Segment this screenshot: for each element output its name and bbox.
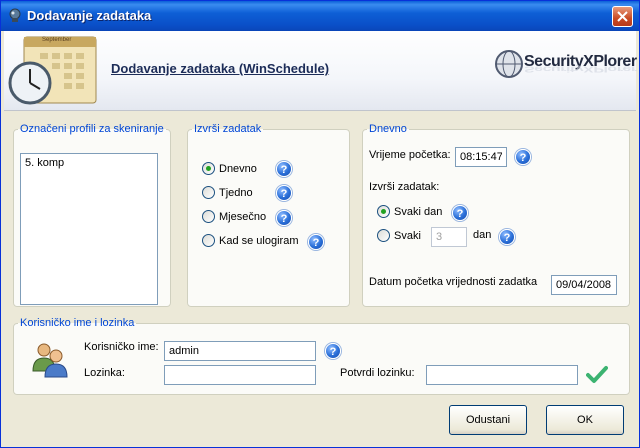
help-icon[interactable]: ? [276, 210, 292, 226]
brand-logo: SecurityXPlorer SecurityXPlorer [494, 47, 637, 97]
help-icon[interactable]: ? [276, 161, 292, 177]
radio-button[interactable] [377, 205, 390, 218]
profiles-group: Označeni profili za skeniranje 5. komp [13, 123, 171, 307]
help-icon[interactable]: ? [499, 229, 515, 245]
logo-globe-icon [495, 50, 523, 78]
cancel-button[interactable]: Odustani [449, 405, 527, 435]
calendar-month-label: September [42, 37, 72, 43]
help-icon[interactable]: ? [276, 185, 292, 201]
radio-weekly[interactable]: Tjedno [202, 186, 253, 199]
radio-label: Dnevno [219, 162, 257, 175]
users-icon [32, 343, 68, 378]
radio-on-login[interactable]: Kad se ulogiram [202, 234, 299, 247]
window-title: Dodavanje zadataka [27, 8, 152, 23]
run-task-legend: Izvrši zadatak [194, 123, 262, 135]
radio-button[interactable] [377, 229, 390, 242]
daily-legend: Dnevno [369, 123, 407, 135]
profiles-listbox[interactable]: 5. komp [20, 153, 158, 305]
radio-button[interactable] [202, 210, 215, 223]
title-bar[interactable]: Dodavanje zadataka [1, 1, 639, 31]
close-icon [617, 11, 628, 22]
every-n-days-input[interactable] [431, 227, 467, 247]
radio-every-day[interactable]: Svaki dan [377, 205, 442, 218]
credentials-group: Korisničko ime i lozinka Korisničko ime:… [13, 317, 630, 395]
page-title: Dodavanje zadataka (WinSchedule) [111, 61, 330, 76]
run-task-group: Izvrši zadatak Dnevno ? Tjedno ? Mjesečn… [187, 123, 350, 307]
header-banner: September Dodavanje zadataka (WinSchedul… [4, 31, 637, 111]
help-icon[interactable]: ? [515, 149, 531, 165]
confirm-password-input[interactable] [426, 365, 578, 385]
app-icon [9, 8, 21, 22]
ok-button[interactable]: OK [546, 405, 624, 435]
radio-label: Svaki dan [394, 205, 443, 218]
logo-reflection: SecurityXPlorer [524, 64, 637, 74]
radio-label: Tjedno [219, 186, 253, 199]
start-time-label: Vrijeme početka: [369, 149, 451, 161]
radio-every-n-days[interactable]: Svaki [377, 229, 421, 242]
calendar-clock-icon [8, 36, 97, 105]
radio-button[interactable] [202, 162, 215, 175]
start-date-label: Datum početka vrijednosti zadatka [369, 276, 538, 288]
radio-label: Svaki [394, 229, 421, 242]
radio-label: Mjesečno [219, 210, 267, 223]
daily-group: Dnevno Vrijeme početka: ? Izvrši zadatak… [362, 123, 630, 307]
username-label: Korisničko ime: [84, 341, 159, 353]
credentials-legend: Korisničko ime i lozinka [20, 317, 135, 329]
username-input[interactable] [164, 341, 316, 361]
radio-button[interactable] [202, 234, 215, 247]
help-icon[interactable]: ? [325, 343, 341, 359]
list-item[interactable]: 5. komp [25, 157, 153, 169]
radio-monthly[interactable]: Mjesečno [202, 210, 266, 223]
start-time-input[interactable] [455, 147, 507, 167]
password-input[interactable] [164, 365, 316, 385]
checkmark-icon [586, 366, 608, 383]
close-button[interactable] [612, 6, 633, 27]
help-icon[interactable]: ? [308, 234, 324, 250]
radio-button[interactable] [202, 186, 215, 199]
help-icon[interactable]: ? [452, 205, 468, 221]
start-date-input[interactable] [551, 275, 617, 295]
radio-label: Kad se ulogiram [219, 234, 299, 247]
radio-daily[interactable]: Dnevno [202, 162, 257, 175]
password-label: Lozinka: [84, 367, 125, 379]
profiles-legend: Označeni profili za skeniranje [20, 123, 164, 135]
days-label: dan [473, 229, 492, 241]
dialog-window: Dodavanje zadataka September Dodavanje z… [0, 0, 640, 448]
run-task-sublabel: Izvrši zadatak: [369, 181, 440, 193]
confirm-password-label: Potvrdi lozinku: [340, 367, 415, 379]
